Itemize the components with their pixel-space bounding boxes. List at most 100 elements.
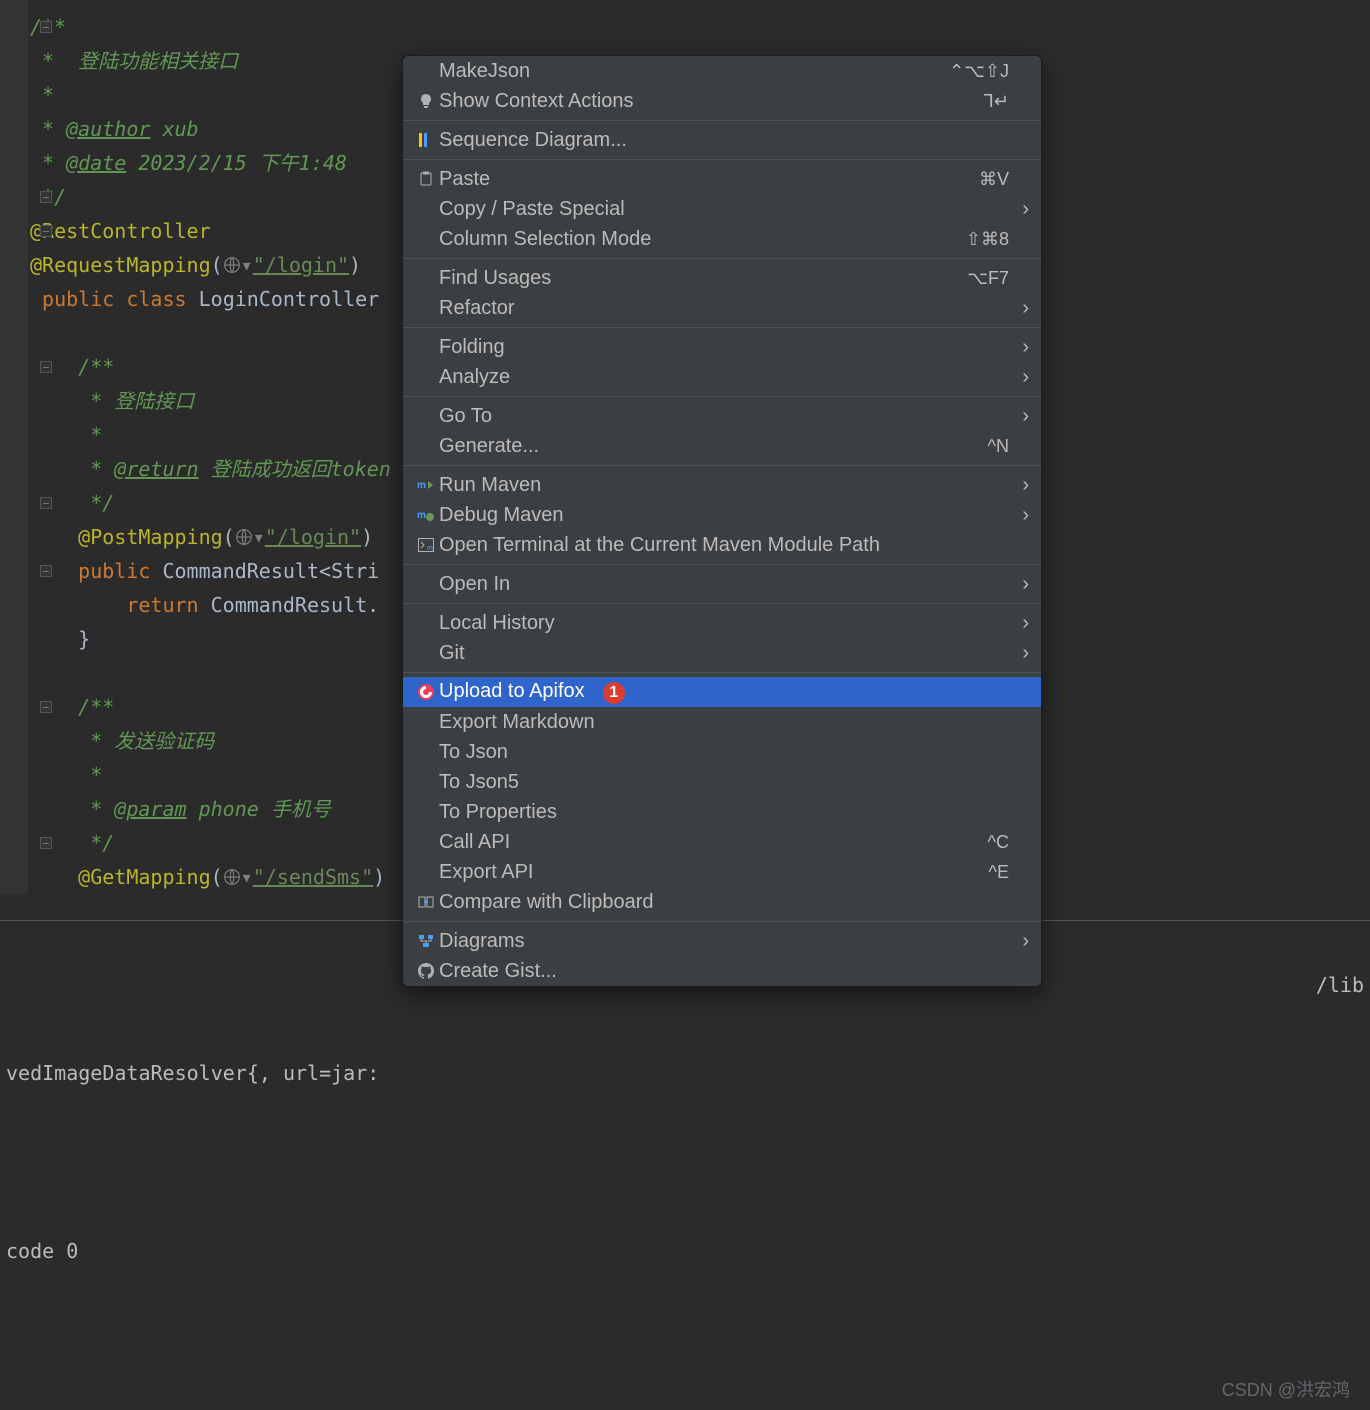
menu-item-to-json[interactable]: To Json [403, 737, 1041, 767]
menu-item-compare-clipboard[interactable]: Compare with Clipboard [403, 887, 1041, 917]
menu-item-run-maven[interactable]: m Run Maven › [403, 470, 1041, 500]
apifox-icon [413, 683, 439, 701]
menu-shortcut: ^E [919, 862, 1009, 883]
param-name: phone [187, 797, 259, 821]
menu-separator [403, 672, 1041, 673]
menu-item-copy-paste-special[interactable]: Copy / Paste Special › [403, 194, 1041, 224]
chevron-right-icon: › [1009, 504, 1029, 527]
menu-item-debug-maven[interactable]: m Debug Maven › [403, 500, 1041, 530]
menu-label: To Json [439, 741, 919, 764]
globe-icon[interactable] [235, 528, 253, 546]
menu-item-analyze[interactable]: Analyze › [403, 362, 1041, 392]
fold-mark-icon[interactable] [40, 497, 52, 509]
annotation: @PostMapping [78, 525, 223, 549]
menu-item-local-history[interactable]: Local History › [403, 608, 1041, 638]
menu-item-folding[interactable]: Folding › [403, 332, 1041, 362]
maven-debug-icon: m [413, 508, 439, 522]
code-text: 手机号 [259, 797, 331, 821]
menu-label: Call API [439, 831, 919, 854]
menu-item-find-usages[interactable]: Find Usages ⌥F7 [403, 263, 1041, 293]
menu-item-generate[interactable]: Generate... ^N [403, 431, 1041, 461]
menu-item-open-terminal[interactable]: m Open Terminal at the Current Maven Mod… [403, 530, 1041, 560]
fold-mark-icon[interactable] [40, 701, 52, 713]
menu-label: Generate... [439, 435, 919, 458]
code-text: * [30, 151, 66, 175]
menu-label: To Json5 [439, 771, 919, 794]
menu-label: Open Terminal at the Current Maven Modul… [439, 534, 919, 557]
menu-item-export-api[interactable]: Export API ^E [403, 857, 1041, 887]
menu-item-make-json[interactable]: MakeJson ⌃⌥⇧J [403, 56, 1041, 86]
menu-item-git[interactable]: Git › [403, 638, 1041, 668]
doctag: @return [114, 457, 198, 481]
menu-item-column-selection[interactable]: Column Selection Mode ⇧⌘8 [403, 224, 1041, 254]
chevron-right-icon: › [1009, 366, 1029, 389]
menu-item-open-in[interactable]: Open In › [403, 569, 1041, 599]
code-text: */ [78, 491, 114, 515]
github-icon [413, 963, 439, 979]
chevron-right-icon: › [1009, 474, 1029, 497]
maven-run-icon: m [413, 478, 439, 492]
chevron-right-icon: › [1009, 198, 1029, 221]
context-menu[interactable]: MakeJson ⌃⌥⇧J Show Context Actions ⅂↵ Se… [402, 55, 1042, 987]
sequence-diagram-icon [413, 132, 439, 148]
diagram-icon [413, 933, 439, 949]
globe-icon[interactable] [223, 256, 241, 274]
menu-label: Export Markdown [439, 711, 919, 734]
menu-shortcut: ⌘V [919, 169, 1009, 190]
annotation: @RequestMapping [30, 253, 211, 277]
globe-icon[interactable] [223, 868, 241, 886]
fold-mark-icon[interactable] [40, 361, 52, 373]
menu-label: Paste [439, 168, 919, 191]
menu-label: Compare with Clipboard [439, 891, 919, 914]
menu-label: Run Maven [439, 474, 919, 497]
menu-label: Refactor [439, 297, 919, 320]
menu-separator [403, 396, 1041, 397]
menu-item-to-properties[interactable]: To Properties [403, 797, 1041, 827]
menu-label: Git [439, 642, 919, 665]
fold-mark-icon[interactable] [40, 565, 52, 577]
menu-shortcut: ^C [919, 832, 1009, 853]
doctag: @date [66, 151, 126, 175]
fold-mark-icon[interactable] [40, 837, 52, 849]
class-name: LoginController [199, 287, 392, 311]
menu-label: Show Context Actions [439, 90, 919, 113]
menu-item-goto[interactable]: Go To › [403, 401, 1041, 431]
code-text: * [78, 423, 102, 447]
menu-separator [403, 465, 1041, 466]
chevron-right-icon: › [1009, 297, 1029, 320]
fold-mark-icon[interactable] [40, 191, 52, 203]
code-text: } [78, 627, 90, 651]
menu-item-diagrams[interactable]: Diagrams › [403, 926, 1041, 956]
menu-separator [403, 327, 1041, 328]
paste-icon [413, 171, 439, 187]
code-text: 登陆成功返回token [199, 457, 391, 481]
code-text: /** [78, 355, 114, 379]
code-text: * [78, 763, 102, 787]
doctag: @param [114, 797, 186, 821]
editor-gutter [0, 0, 28, 894]
menu-item-paste[interactable]: Paste ⌘V [403, 164, 1041, 194]
menu-item-sequence-diagram[interactable]: Sequence Diagram... [403, 125, 1041, 155]
menu-item-upload-apifox[interactable]: Upload to Apifox1 [403, 677, 1041, 707]
compare-icon [413, 894, 439, 910]
code-text: xub [150, 117, 198, 141]
string-literal: "/login" [253, 253, 349, 277]
menu-item-refactor[interactable]: Refactor › [403, 293, 1041, 323]
terminal-icon: m [413, 538, 439, 552]
menu-label: Create Gist... [439, 960, 919, 983]
menu-item-show-context-actions[interactable]: Show Context Actions ⅂↵ [403, 86, 1041, 116]
fold-mark-icon[interactable] [40, 21, 52, 33]
code-text: */ [78, 831, 114, 855]
code-text: 2023/2/15 下午1:48 [126, 151, 347, 175]
console-panel[interactable]: vedImageDataResolver{, url=jar: /lib cod… [0, 920, 1370, 1410]
menu-item-export-markdown[interactable]: Export Markdown [403, 707, 1041, 737]
menu-item-call-api[interactable]: Call API ^C [403, 827, 1041, 857]
menu-label: Analyze [439, 366, 919, 389]
keyword: public [42, 287, 114, 311]
menu-item-create-gist[interactable]: Create Gist... [403, 956, 1041, 986]
chevron-right-icon: › [1009, 336, 1029, 359]
menu-label: To Properties [439, 801, 919, 824]
fold-mark-icon[interactable] [40, 225, 52, 237]
code-text: * 登陆接口 [78, 389, 194, 413]
menu-item-to-json5[interactable]: To Json5 [403, 767, 1041, 797]
